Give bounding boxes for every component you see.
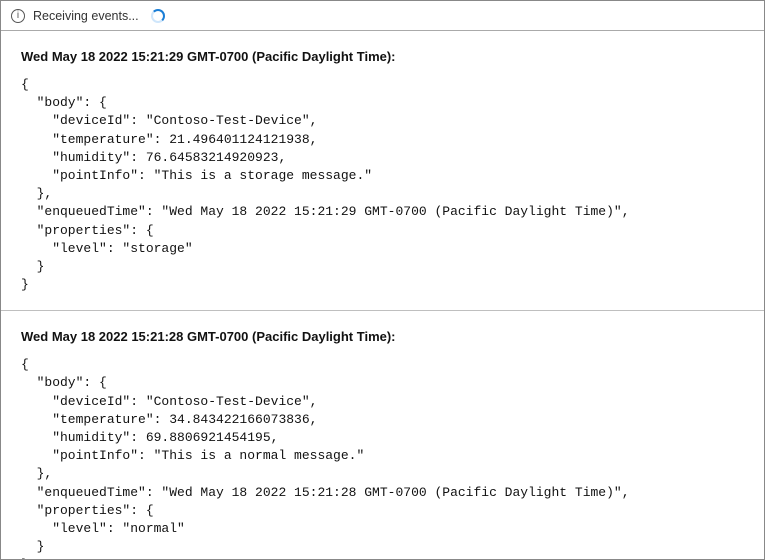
- status-bar: i Receiving events...: [1, 1, 764, 31]
- event-timestamp-header: Wed May 18 2022 15:21:29 GMT-0700 (Pacif…: [21, 49, 744, 64]
- event-json-body: { "body": { "deviceId": "Contoso-Test-De…: [21, 76, 744, 294]
- event-timestamp-header: Wed May 18 2022 15:21:28 GMT-0700 (Pacif…: [21, 329, 744, 344]
- events-scroll-area[interactable]: Wed May 18 2022 15:21:29 GMT-0700 (Pacif…: [1, 31, 764, 559]
- info-icon: i: [11, 9, 25, 23]
- event-json-body: { "body": { "deviceId": "Contoso-Test-De…: [21, 356, 744, 559]
- event-item: Wed May 18 2022 15:21:28 GMT-0700 (Pacif…: [1, 310, 764, 559]
- status-text: Receiving events...: [33, 9, 139, 23]
- loading-spinner-icon: [151, 9, 165, 23]
- events-list: Wed May 18 2022 15:21:29 GMT-0700 (Pacif…: [1, 31, 764, 559]
- events-window: i Receiving events... Wed May 18 2022 15…: [0, 0, 765, 560]
- event-item: Wed May 18 2022 15:21:29 GMT-0700 (Pacif…: [1, 31, 764, 310]
